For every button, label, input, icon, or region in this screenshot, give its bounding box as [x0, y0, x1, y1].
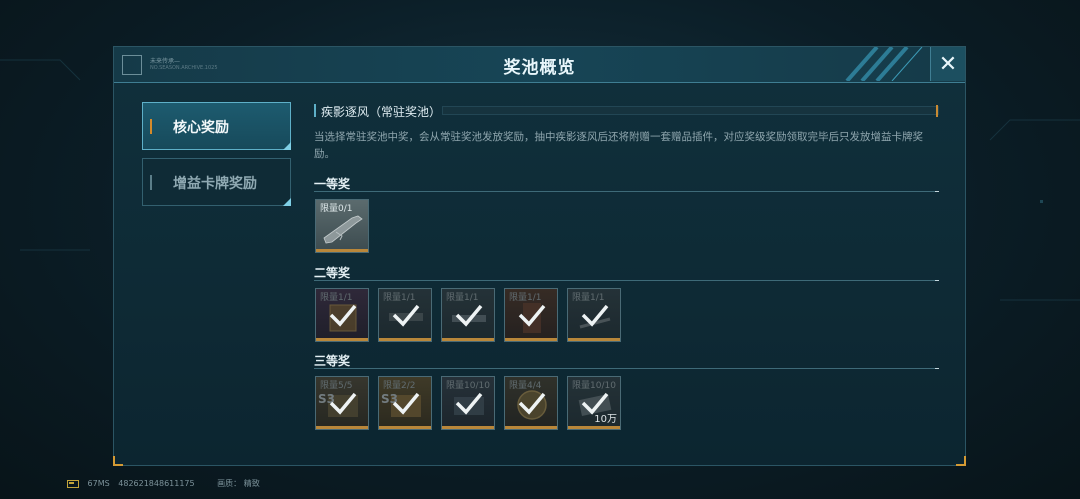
- reward-item[interactable]: 限量10/10 10万: [567, 376, 621, 430]
- quality-label: 画质：: [217, 479, 242, 488]
- rarity-bar: [505, 338, 557, 341]
- pool-description: 当选择常驻奖池中奖，会从常驻奖池发放奖励，抽中疾影逐风后还将附赠一套赠品插件，对…: [314, 131, 923, 160]
- pool-title: 疾影逐风（常驻奖池）: [321, 105, 442, 119]
- rifle-icon: [323, 215, 363, 244]
- tier-divider: [314, 191, 939, 192]
- close-button[interactable]: ✕: [930, 47, 965, 81]
- checkmark-icon: [329, 392, 357, 415]
- tab-core-rewards[interactable]: 核心奖励: [142, 102, 291, 150]
- rarity-bar: [568, 426, 620, 429]
- modal-header: 未来传承— NO.SEASON.ARCHIVE.1025 奖池概览 ✕: [114, 47, 965, 83]
- rarity-bar: [316, 249, 368, 252]
- pool-header-track: [442, 105, 939, 117]
- rarity-bar: [316, 338, 368, 341]
- reward-item[interactable]: S3 限量2/2: [378, 376, 432, 430]
- checkmark-icon: [581, 304, 609, 327]
- checkmark-icon: [392, 304, 420, 327]
- reward-item[interactable]: 限量4/4: [504, 376, 558, 430]
- tab-label: 核心奖励: [173, 120, 229, 136]
- reward-item[interactable]: 限量1/1: [567, 288, 621, 342]
- reward-item[interactable]: 限量0/1: [315, 199, 369, 253]
- item-limit: 限量0/1: [320, 204, 353, 214]
- tab-indicator: [150, 119, 152, 134]
- pool-title-marker: [314, 104, 316, 117]
- reward-item[interactable]: 限量1/1: [504, 288, 558, 342]
- claimed-overlay: [505, 289, 557, 341]
- claimed-overlay: [568, 289, 620, 341]
- claimed-overlay: [379, 289, 431, 341]
- reward-item[interactable]: 限量1/1: [441, 288, 495, 342]
- tab-indicator: [150, 175, 152, 190]
- user-id: 482621848611175: [118, 479, 195, 488]
- claimed-overlay: [442, 289, 494, 341]
- reward-item[interactable]: 限量1/1: [315, 288, 369, 342]
- corner-decoration: [113, 456, 123, 466]
- ping-value: 67MS: [87, 479, 110, 488]
- rarity-bar: [379, 426, 431, 429]
- checkmark-icon: [455, 304, 483, 327]
- checkmark-icon: [329, 304, 357, 327]
- item-amount: 10万: [594, 414, 617, 425]
- tab-buff-card-rewards[interactable]: 增益卡牌奖励: [142, 158, 291, 206]
- header-stripes: [845, 47, 923, 81]
- reward-item[interactable]: S3 限量5/5: [315, 376, 369, 430]
- prize-pool-modal: 未来传承— NO.SEASON.ARCHIVE.1025 奖池概览 ✕ 核心奖励: [113, 46, 966, 466]
- checkmark-icon: [392, 392, 420, 415]
- rarity-bar: [316, 426, 368, 429]
- claimed-overlay: [316, 377, 368, 429]
- rarity-bar: [442, 426, 494, 429]
- tier-divider: [314, 280, 939, 281]
- battery-icon: [67, 479, 79, 488]
- claimed-overlay: [442, 377, 494, 429]
- pool-header: 疾影逐风（常驻奖池）: [314, 103, 939, 119]
- checkmark-icon: [518, 392, 546, 415]
- corner-decoration: [956, 456, 966, 466]
- status-footer: 67MS 482621848611175 画质： 精致: [67, 478, 266, 489]
- claimed-overlay: [316, 289, 368, 341]
- tier-title-first: 一等奖: [314, 177, 351, 191]
- tab-corner-decoration: [283, 142, 291, 150]
- rarity-bar: [568, 338, 620, 341]
- tier-title-second: 二等奖: [314, 266, 351, 280]
- tab-corner-decoration: [283, 198, 291, 206]
- claimed-overlay: [505, 377, 557, 429]
- tab-label: 增益卡牌奖励: [173, 176, 257, 192]
- tier-divider: [314, 368, 939, 369]
- close-icon: ✕: [938, 51, 958, 77]
- quality-value: 精致: [243, 479, 260, 488]
- checkmark-icon: [455, 392, 483, 415]
- rarity-bar: [442, 338, 494, 341]
- tier-title-third: 三等奖: [314, 354, 351, 368]
- rarity-bar: [379, 338, 431, 341]
- checkmark-icon: [518, 304, 546, 327]
- claimed-overlay: [379, 377, 431, 429]
- reward-item[interactable]: 限量1/1: [378, 288, 432, 342]
- reward-item[interactable]: 限量10/10: [441, 376, 495, 430]
- rarity-bar: [505, 426, 557, 429]
- reward-category-nav: 核心奖励 增益卡牌奖励: [142, 102, 291, 214]
